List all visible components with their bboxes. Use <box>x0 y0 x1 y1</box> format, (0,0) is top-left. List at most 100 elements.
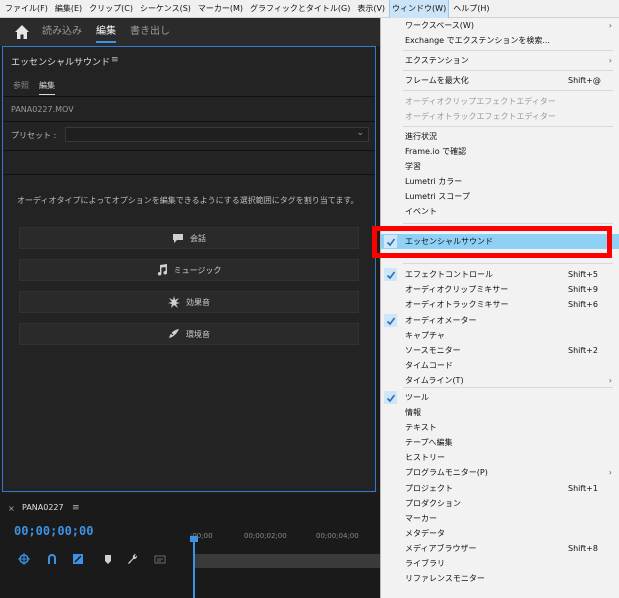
menu-item-label: オーディオメーター <box>405 316 477 325</box>
menu-item-label: Frame.io で確認 <box>405 147 467 156</box>
menu-item-キャプチャ[interactable]: キャプチャ <box>381 328 619 343</box>
close-icon[interactable]: × <box>8 504 15 513</box>
ruler-tick: 00;00;02;00 <box>244 532 287 540</box>
menu-item-タイムコード[interactable]: タイムコード <box>381 358 619 373</box>
clip-name: PANA0227.MOV <box>11 105 74 114</box>
music-button[interactable]: ミュージック <box>19 259 359 281</box>
menu-separator <box>403 223 613 224</box>
ruler-tick: 00;00;04;00 <box>316 532 359 540</box>
menu-item-ワークスペース-w[interactable]: ワークスペース(W) › <box>381 18 619 33</box>
menu-item-ヒストリー[interactable]: ヒストリー <box>381 450 619 465</box>
music-note-icon <box>157 264 168 276</box>
menu-item-オーディオトラックミキサー[interactable]: オーディオトラックミキサー Shift+6 <box>381 297 619 312</box>
menu-item-学習[interactable]: 学習 <box>381 159 619 174</box>
captions-icon[interactable] <box>154 553 166 565</box>
menu-help[interactable]: ヘルプ(H) <box>451 0 491 18</box>
menu-item-shortcut: Shift+5 <box>568 270 598 279</box>
menu-item-プログラムモニター-p[interactable]: プログラムモニター(P) › <box>381 465 619 480</box>
chevron-right-icon: › <box>608 56 612 65</box>
timecode-display[interactable]: 00;00;00;00 <box>14 524 93 538</box>
speech-bubble-icon <box>172 233 184 244</box>
chevron-right-icon: › <box>608 21 612 30</box>
menu-item-label: ライブラリ <box>405 559 445 568</box>
menu-separator <box>403 263 613 264</box>
music-label: ミュージック <box>173 265 222 275</box>
menu-item-exchange-でエクステンションを検索[interactable]: Exchange でエクステンションを検索... <box>381 33 619 48</box>
menu-item-イベント[interactable]: イベント <box>381 204 619 219</box>
dialogue-button[interactable]: 会話 <box>19 227 359 249</box>
chevron-right-icon: › <box>608 468 612 477</box>
menu-item-lumetri-カラー[interactable]: Lumetri カラー <box>381 174 619 189</box>
menu-item-label: リファレンスモニター <box>405 574 485 583</box>
menu-item-情報[interactable]: 情報 <box>381 405 619 420</box>
timeline-track[interactable] <box>195 554 380 568</box>
menu-view[interactable]: 表示(V) <box>355 0 387 18</box>
home-icon[interactable] <box>14 24 30 40</box>
menu-item-テキスト[interactable]: テキスト <box>381 420 619 435</box>
menu-item-label: オーディオクリップエフェクトエディター <box>405 97 556 106</box>
menu-item-タイムライン-t[interactable]: タイムライン(T) › <box>381 373 619 388</box>
menu-graphics[interactable]: グラフィックとタイトル(G) <box>248 0 352 18</box>
menu-window[interactable]: ウィンドウ(W) <box>389 0 450 19</box>
panel-title: エッセンシャルサウンド <box>11 58 111 68</box>
panel-menu-icon[interactable]: ≡ <box>111 55 119 65</box>
menu-item-label: メタデータ <box>405 529 445 538</box>
menu-item-オーディオクリップミキサー[interactable]: オーディオクリップミキサー Shift+9 <box>381 282 619 297</box>
menu-item-lumetri-スコープ[interactable]: Lumetri スコープ <box>381 189 619 204</box>
menu-item-shortcut: Shift+2 <box>568 346 598 355</box>
tab-import[interactable]: 読み込み <box>42 18 82 46</box>
menu-item-label: オーディオトラックエフェクトエディター <box>405 112 556 121</box>
subtab-edit[interactable]: 編集 <box>39 80 55 95</box>
tab-edit[interactable]: 編集 <box>96 18 116 46</box>
menu-item-メタデータ[interactable]: メタデータ <box>381 526 619 541</box>
menu-item-プロジェクト[interactable]: プロジェクト Shift+1 <box>381 481 619 496</box>
instructions-text: オーディオタイプによってオプションを編集できるようにする選択範囲にタグを割り当て… <box>17 196 359 205</box>
menu-item-進行状況[interactable]: 進行状況 <box>381 129 619 144</box>
divider <box>3 96 375 97</box>
menu-item-テープへ編集[interactable]: テープへ編集 <box>381 435 619 450</box>
magnet-icon[interactable] <box>46 553 58 565</box>
menu-item-label: 情報 <box>405 408 421 417</box>
menu-item-label: ヒストリー <box>405 453 445 462</box>
linked-selection-icon[interactable] <box>72 553 84 565</box>
snap-icon[interactable] <box>18 553 30 565</box>
menu-item-フレームを最大化[interactable]: フレームを最大化 Shift+@ <box>381 73 619 88</box>
menu-sequence[interactable]: シーケンス(S) <box>138 0 193 18</box>
chevron-down-icon: ⌄ <box>356 128 364 138</box>
menu-item-ソースモニター[interactable]: ソースモニター Shift+2 <box>381 343 619 358</box>
menu-item-オーディオメーター[interactable]: オーディオメーター <box>381 313 619 328</box>
menu-item-label: イベント <box>405 207 437 216</box>
sfx-button[interactable]: 効果音 <box>19 291 359 313</box>
preset-dropdown[interactable]: ⌄ <box>65 127 369 142</box>
burst-icon <box>168 296 180 308</box>
menu-item-リファレンスモニター[interactable]: リファレンスモニター <box>381 571 619 586</box>
menu-item-label: フレームを最大化 <box>405 76 469 85</box>
sequence-tab[interactable]: PANA0227 <box>22 503 64 512</box>
tab-export[interactable]: 書き出し <box>130 18 170 46</box>
checkmark-icon <box>384 391 397 404</box>
menu-item-label: プロジェクト <box>405 484 453 493</box>
menu-clip[interactable]: クリップ(C) <box>87 0 135 18</box>
menu-file[interactable]: ファイル(F) <box>3 0 50 18</box>
menu-item-ライブラリ[interactable]: ライブラリ <box>381 556 619 571</box>
ambience-button[interactable]: 環境音 <box>19 323 359 345</box>
playhead[interactable] <box>193 538 195 598</box>
marker-icon[interactable] <box>102 553 114 565</box>
menu-marker[interactable]: マーカー(M) <box>196 0 245 18</box>
menu-edit[interactable]: 編集(E) <box>53 0 84 18</box>
panel-menu-icon[interactable]: ≡ <box>72 503 80 513</box>
menu-item-frame-io-で確認[interactable]: Frame.io で確認 <box>381 144 619 159</box>
menu-item-マーカー[interactable]: マーカー <box>381 511 619 526</box>
menu-item-プロダクション[interactable]: プロダクション <box>381 496 619 511</box>
menu-item-label: メディアブラウザー <box>405 544 477 553</box>
subtab-browse[interactable]: 参照 <box>13 80 29 91</box>
dialogue-label: 会話 <box>190 233 206 243</box>
wrench-icon[interactable] <box>126 553 138 565</box>
menu-item-ツール[interactable]: ツール <box>381 390 619 405</box>
menu-item-label: タイムライン(T) <box>405 376 464 385</box>
menu-item-メディアブラウザー[interactable]: メディアブラウザー Shift+8 <box>381 541 619 556</box>
menu-bar: ファイル(F) 編集(E) クリップ(C) シーケンス(S) マーカー(M) グ… <box>0 0 619 19</box>
menu-item-エフェクトコントロール[interactable]: エフェクトコントロール Shift+5 <box>381 267 619 282</box>
menu-item-label: テキスト <box>405 423 437 432</box>
menu-item-エクステンション[interactable]: エクステンション › <box>381 53 619 68</box>
